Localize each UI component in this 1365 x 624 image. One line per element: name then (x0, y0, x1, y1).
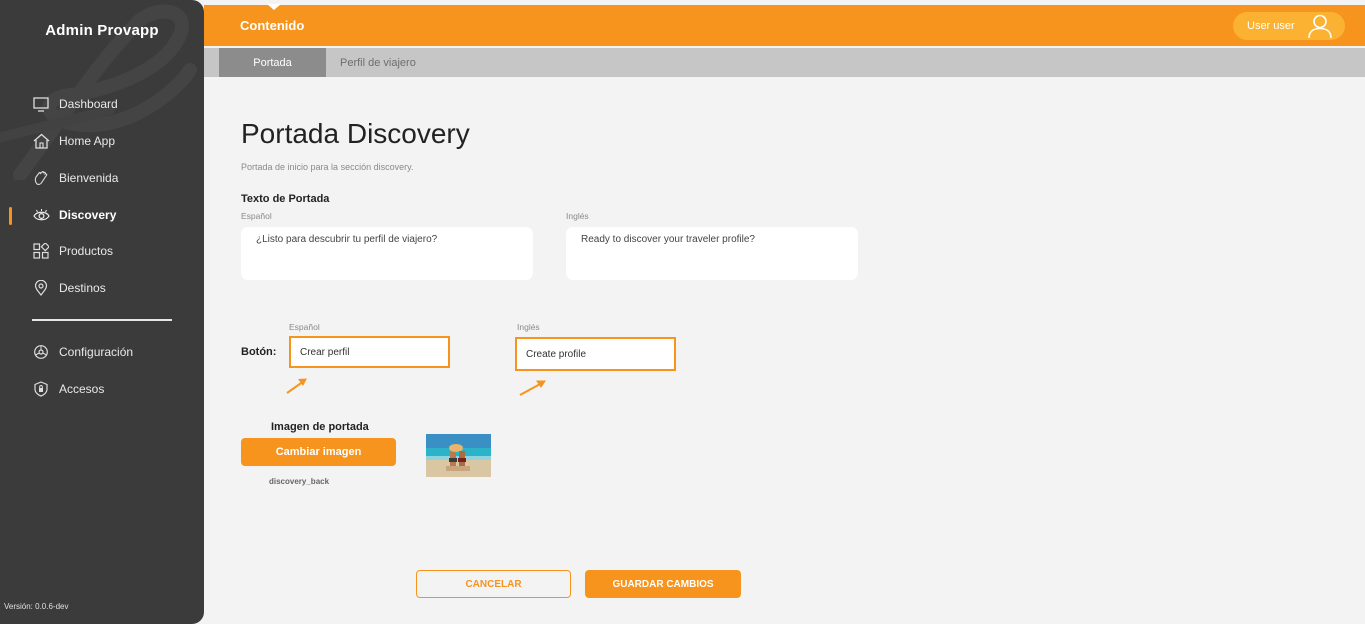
section-title: Contenido (240, 18, 305, 33)
image-file-name: discovery_back (269, 477, 330, 486)
text-section-label: Texto de Portada (241, 193, 330, 205)
page-subtitle: Portada de inicio para la sección discov… (241, 162, 414, 172)
button-en-field[interactable]: Create profile (515, 337, 676, 371)
waving-hand-icon (32, 169, 50, 187)
sidebar-item-home-app[interactable]: Home App (32, 130, 115, 152)
text-es-field[interactable]: ¿Listo para descubrir tu perfil de viaje… (241, 227, 533, 280)
page-title: Portada Discovery (241, 118, 470, 149)
cover-image-thumbnail (426, 434, 491, 477)
user-avatar-icon (1307, 13, 1333, 44)
image-section-label: Imagen de portada (271, 421, 369, 433)
sidebar-item-dashboard[interactable]: Dashboard (32, 93, 118, 115)
sidebar-item-destinos[interactable]: Destinos (32, 277, 106, 299)
sidebar-item-label: Dashboard (59, 97, 118, 111)
text-en-label: Inglés (566, 211, 589, 221)
active-indicator (9, 207, 12, 225)
sidebar-item-label: Destinos (59, 281, 106, 295)
tab-portada[interactable]: Portada (219, 48, 326, 77)
home-icon (32, 132, 50, 150)
sidebar-divider (32, 319, 172, 321)
tab-perfil-de-viajero[interactable]: Perfil de viajero (340, 48, 416, 77)
button-es-label: Español (289, 322, 320, 332)
change-image-button[interactable]: Cambiar imagen (241, 438, 396, 466)
grid-icon (32, 242, 50, 260)
sidebar-item-label: Accesos (59, 382, 105, 396)
sidebar-item-discovery[interactable]: Discovery (32, 204, 116, 226)
text-en-field[interactable]: Ready to discover your traveler profile? (566, 227, 858, 280)
arrow-icon (286, 378, 307, 394)
sidebar-item-label: Productos (59, 244, 114, 258)
tab-bar: Portada Perfil de viajero (204, 48, 1365, 77)
sidebar-item-accesos[interactable]: Accesos (32, 378, 104, 400)
eye-icon (32, 206, 50, 224)
sidebar-item-label: Home App (59, 134, 116, 148)
button-label: Botón: (241, 346, 277, 358)
sidebar-item-productos[interactable]: Productos (32, 240, 113, 262)
app-version: Versión: 0.0.6-dev (4, 602, 69, 611)
arrow-icon (519, 380, 546, 396)
text-es-label: Español (241, 211, 272, 221)
settings-icon (32, 343, 50, 361)
shield-icon (32, 380, 50, 398)
sidebar-item-label: Discovery (59, 208, 117, 222)
save-button[interactable]: GUARDAR CAMBIOS (585, 570, 741, 598)
monitor-icon (32, 95, 50, 113)
caret-icon (267, 4, 281, 10)
user-menu[interactable]: User user (1233, 12, 1345, 40)
sidebar: Admin Provapp Dashboard Home App Bienven… (0, 0, 204, 624)
sidebar-item-configuracion[interactable]: Configuración (32, 341, 133, 363)
sidebar-item-bienvenida[interactable]: Bienvenida (32, 167, 118, 189)
cancel-button[interactable]: CANCELAR (416, 570, 571, 598)
top-bar: Contenido User user (204, 4, 1365, 46)
sidebar-item-label: Bienvenida (59, 171, 119, 185)
user-name: User user (1247, 20, 1295, 32)
button-es-field[interactable]: Crear perfil (289, 336, 450, 368)
location-pin-icon (32, 279, 50, 297)
button-en-label: Inglés (517, 322, 540, 332)
sidebar-item-label: Configuración (59, 345, 134, 359)
app-brand: Admin Provapp (45, 22, 159, 39)
